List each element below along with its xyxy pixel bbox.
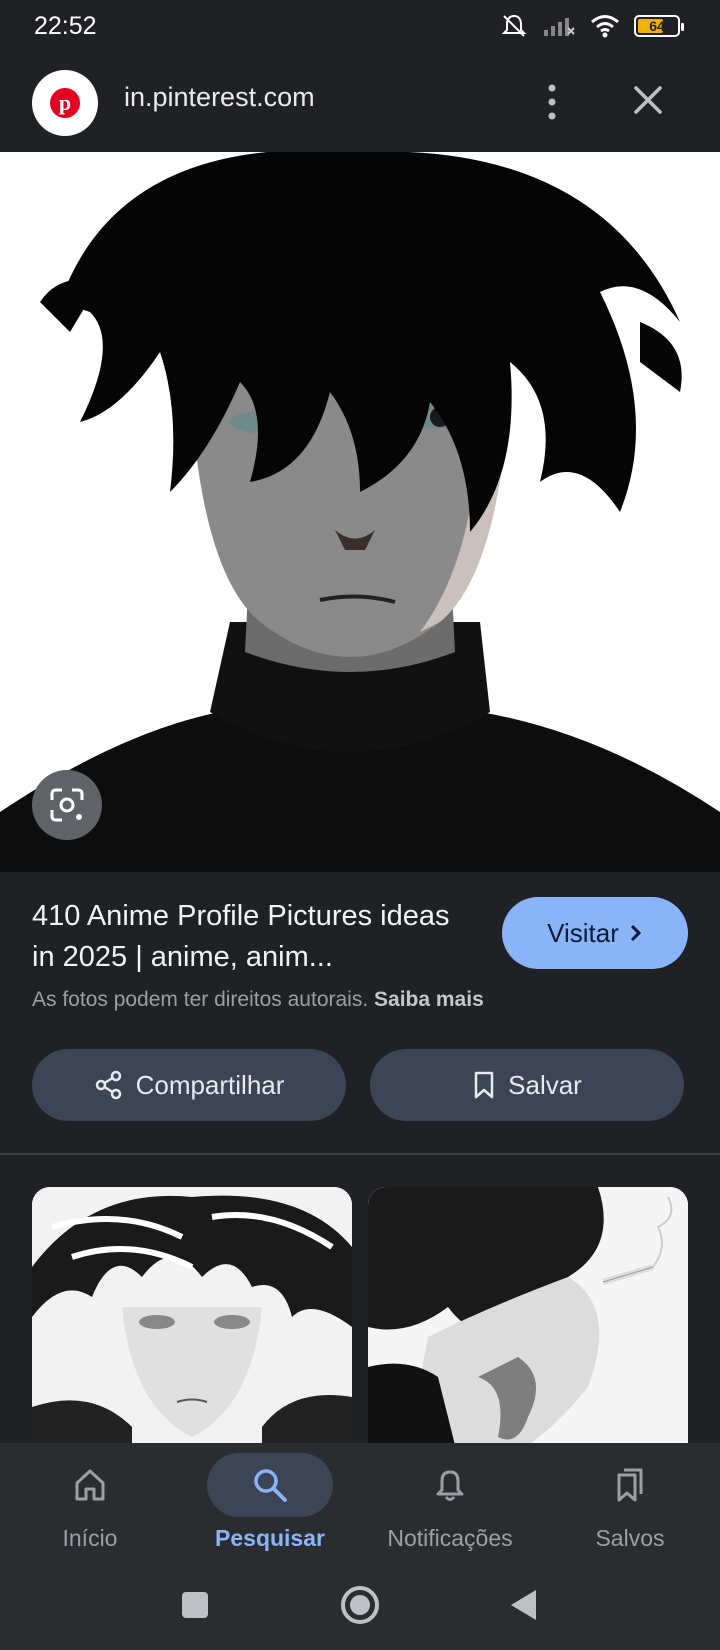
- nav-label-saved: Salvos: [595, 1525, 665, 1551]
- bookmark-icon: [474, 1071, 494, 1099]
- nav-item-saved[interactable]: Salvos: [545, 1443, 715, 1563]
- related-pin-thumbnail[interactable]: [32, 1187, 352, 1457]
- browser-bar: p in.pinterest.com: [0, 50, 720, 152]
- bell-muted-icon: [501, 14, 527, 37]
- battery-icon: 64: [634, 15, 684, 37]
- nav-item-notifications[interactable]: Notificações: [365, 1443, 535, 1563]
- back-triangle-icon: [511, 1590, 536, 1620]
- nav-label-notifications: Notificações: [387, 1525, 513, 1551]
- wifi-icon: [591, 15, 619, 38]
- system-navigation: [0, 1563, 720, 1650]
- save-button[interactable]: Salvar: [370, 1049, 684, 1121]
- pinterest-logo-icon[interactable]: p: [32, 70, 98, 136]
- copyright-notice: As fotos podem ter direitos autorais. Sa…: [32, 988, 484, 1012]
- anime-thumbnail-image: [368, 1187, 688, 1457]
- pin-image[interactable]: [0, 152, 720, 872]
- home-button[interactable]: [336, 1581, 384, 1629]
- anime-portrait-image: [0, 152, 720, 872]
- visit-label: Visitar: [547, 917, 619, 948]
- anime-thumbnail-image: [32, 1187, 352, 1457]
- nav-icon-container: [207, 1453, 333, 1517]
- battery-level: 64: [649, 18, 665, 34]
- search-icon: [254, 1469, 287, 1502]
- status-bar: 22:52 64: [0, 0, 720, 50]
- more-options-icon[interactable]: [538, 82, 566, 122]
- learn-more-link[interactable]: Saiba mais: [374, 988, 484, 1011]
- nav-item-search[interactable]: Pesquisar: [185, 1443, 355, 1563]
- bookmarks-icon: [617, 1468, 643, 1502]
- bell-icon: [436, 1470, 464, 1501]
- bottom-navigation: Início Pesquisar Notificações Salvos: [0, 1443, 720, 1563]
- status-icons: 64: [500, 12, 684, 40]
- close-icon[interactable]: [628, 80, 668, 120]
- related-pin-thumbnail[interactable]: [368, 1187, 688, 1457]
- nav-icon-container: [27, 1453, 153, 1517]
- status-time: 22:52: [34, 12, 97, 40]
- save-label: Salvar: [508, 1069, 582, 1100]
- pinterest-logo-letter: p: [50, 88, 80, 118]
- share-label: Compartilhar: [135, 1069, 285, 1100]
- home-icon: [75, 1469, 105, 1501]
- nav-label-search: Pesquisar: [215, 1525, 325, 1551]
- url-text[interactable]: in.pinterest.com: [124, 82, 315, 113]
- recent-apps-button[interactable]: [171, 1581, 219, 1629]
- visit-button[interactable]: Visitar: [502, 897, 688, 969]
- share-button[interactable]: Compartilhar: [32, 1049, 346, 1121]
- chevron-right-icon: [630, 924, 642, 942]
- divider: [0, 1153, 720, 1155]
- nav-icon-container: [387, 1453, 513, 1517]
- lens-icon: [50, 788, 84, 822]
- copyright-text: As fotos podem ter direitos autorais.: [32, 988, 369, 1011]
- lens-search-button[interactable]: [32, 770, 102, 840]
- back-button[interactable]: [500, 1581, 548, 1629]
- nav-label-home: Início: [62, 1525, 118, 1551]
- nav-item-home[interactable]: Início: [5, 1443, 175, 1563]
- share-icon: [95, 1070, 121, 1100]
- square-icon: [182, 1592, 208, 1618]
- circle-icon: [341, 1586, 379, 1624]
- nav-icon-container: [567, 1453, 693, 1517]
- pin-title[interactable]: 410 Anime Profile Pictures ideas in 2025…: [32, 896, 472, 978]
- signal-icon: [544, 18, 575, 36]
